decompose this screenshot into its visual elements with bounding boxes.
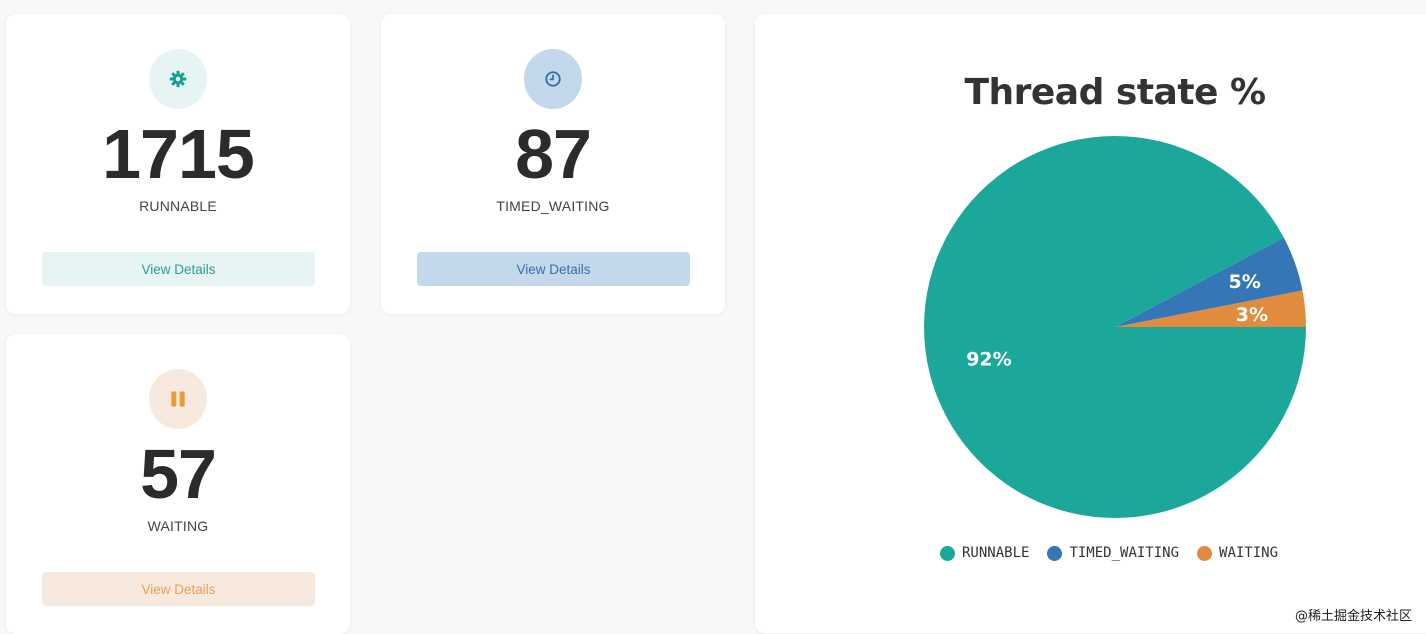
legend-label-timed-waiting: TIMED_WAITING [1069, 545, 1180, 561]
chart-legend: RUNNABLE TIMED_WAITING WAITING [940, 545, 1296, 561]
timed-waiting-icon-circle [524, 49, 582, 109]
legend-dot-waiting [1197, 545, 1213, 561]
watermark: @稀土掘金技术社区 [1294, 609, 1412, 624]
waiting-count: 57 [140, 435, 217, 513]
legend-label-runnable: RUNNABLE [962, 545, 1030, 561]
legend-label-waiting: WAITING [1219, 545, 1279, 561]
waiting-icon-circle [149, 369, 207, 429]
legend-item-waiting[interactable]: WAITING [1197, 545, 1278, 561]
runnable-count: 1715 [102, 115, 255, 193]
thread-state-chart-card: Thread state % 3% 5% 92% RUNNABLE TIMED_WA… [755, 14, 1426, 633]
thread-state-pie-chart: 3% 5% 92% [924, 136, 1306, 518]
timed-waiting-card: 87 TIMED_WAITING View Details [381, 14, 725, 314]
timed-waiting-count: 87 [515, 115, 592, 193]
pie-slice-runnable[interactable] [924, 136, 1306, 518]
gear-icon [169, 70, 187, 88]
timed-waiting-view-details-button[interactable]: View Details [417, 252, 690, 286]
legend-item-runnable[interactable]: RUNNABLE [940, 545, 1029, 561]
pie-label-runnable: 92% [966, 348, 1011, 370]
legend-item-timed-waiting[interactable]: TIMED_WAITING [1047, 545, 1179, 561]
runnable-card: 1715 RUNNABLE View Details [6, 14, 350, 314]
runnable-label: RUNNABLE [139, 198, 217, 214]
waiting-card: 57 WAITING View Details [6, 334, 350, 634]
pie-label-timed-waiting: 5% [1229, 271, 1261, 293]
pause-icon [171, 391, 185, 407]
pie-label-waiting: 3% [1236, 304, 1268, 326]
runnable-icon-circle [149, 49, 207, 109]
legend-dot-timed-waiting [1047, 545, 1063, 561]
waiting-view-details-button[interactable]: View Details [42, 572, 315, 606]
waiting-label: WAITING [147, 518, 209, 534]
legend-dot-runnable [940, 545, 955, 561]
timed-waiting-label: TIMED_WAITING [496, 198, 610, 214]
clock-icon [545, 71, 561, 87]
runnable-view-details-button[interactable]: View Details [42, 252, 315, 286]
